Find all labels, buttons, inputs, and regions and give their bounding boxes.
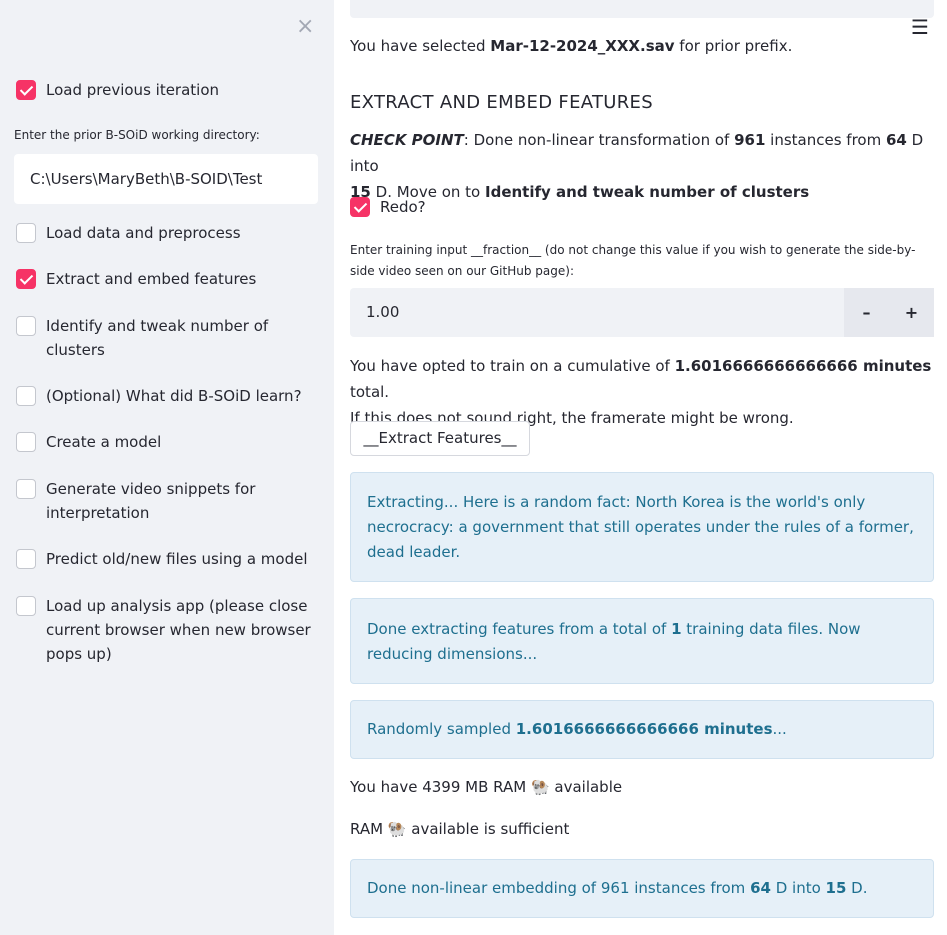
checkbox-icon[interactable] (16, 386, 36, 406)
section-heading: EXTRACT AND EMBED FEATURES (350, 92, 653, 113)
step-label: (Optional) What did B-SOiD learn? (46, 387, 302, 405)
step-label: Create a model (46, 433, 162, 451)
decrement-button[interactable]: – (844, 288, 889, 337)
alert-minutes: 1.6016666666666666 minutes (515, 720, 773, 738)
extract-features-button[interactable]: __Extract Features__ (350, 421, 530, 456)
checkbox-icon[interactable] (16, 549, 36, 569)
selected-file-name: Mar-12-2024_XXX.sav (490, 37, 675, 55)
step-checkbox-create-model[interactable]: Create a model (16, 430, 161, 454)
fraction-number-input[interactable]: 1.00 – + (350, 288, 934, 337)
ram-text-part: RAM (350, 820, 388, 838)
alert-text: Randomly sampled (367, 720, 516, 738)
alert-text: D into (770, 879, 826, 897)
checkbox-icon[interactable] (16, 316, 36, 336)
checkbox-icon[interactable] (16, 223, 36, 243)
ram-text-part: available is sufficient (406, 820, 570, 838)
ram-icon: 🐏 (387, 820, 407, 838)
previous-input-field[interactable] (350, 0, 934, 18)
load-previous-label: Load previous iteration (46, 81, 220, 99)
step-checkbox-what-learned[interactable]: (Optional) What did B-SOiD learn? (16, 384, 302, 408)
step-checkbox-load-data[interactable]: Load data and preprocess (16, 221, 241, 245)
training-duration-text: You have opted to train on a cumulative … (350, 353, 934, 431)
selected-prefix-lead: You have selected (350, 37, 491, 55)
ram-icon: 🐏 (530, 778, 550, 796)
checkbox-checked-icon[interactable] (350, 197, 370, 217)
checkbox-checked-icon[interactable] (16, 80, 36, 100)
training-text-part: total. (350, 383, 390, 401)
alert-text: Done non-linear embedding of 961 instanc… (367, 879, 751, 897)
checkpoint-next-step: Identify and tweak number of clusters (485, 183, 810, 201)
info-alert-embedding-done: Done non-linear embedding of 961 instanc… (350, 859, 934, 918)
redo-checkbox[interactable]: Redo? (350, 195, 426, 219)
alert-text: ... (772, 720, 787, 738)
checkbox-icon[interactable] (16, 596, 36, 616)
step-label: Extract and embed features (46, 270, 257, 288)
ram-text-part: available (549, 778, 623, 796)
ram-sufficient-text: RAM 🐏 available is sufficient (350, 816, 569, 842)
alert-text: Done extracting features from a total of (367, 620, 672, 638)
alert-from-dim: 64 (750, 879, 771, 897)
redo-label: Redo? (380, 198, 426, 216)
main-content: ☰ You have selected Mar-12-2024_XXX.sav … (334, 0, 947, 935)
checkbox-icon[interactable] (16, 432, 36, 452)
info-alert-sampled: Randomly sampled 1.6016666666666666 minu… (350, 700, 934, 759)
step-label: Generate video snippets for interpretati… (46, 480, 256, 522)
checkpoint-part: : Done non-linear transformation of (463, 131, 735, 149)
step-label: Load data and preprocess (46, 224, 241, 242)
checkpoint-from-dim: 64 (885, 131, 907, 149)
directory-input[interactable] (14, 154, 318, 204)
alert-text: Extracting... Here is a random fact: Nor… (367, 493, 914, 561)
increment-button[interactable]: + (889, 288, 934, 337)
step-label: Identify and tweak number of clusters (46, 317, 269, 359)
checkpoint-part: instances from (765, 131, 886, 149)
step-checkbox-identify-clusters[interactable]: Identify and tweak number of clusters (16, 314, 286, 362)
ram-available-text: You have 4399 MB RAM 🐏 available (350, 774, 622, 800)
alert-text: D. (846, 879, 868, 897)
step-checkbox-analysis-app[interactable]: Load up analysis app (please close curre… (16, 594, 316, 666)
load-previous-checkbox[interactable]: Load previous iteration (16, 78, 219, 102)
checkpoint-instances: 961 (734, 131, 766, 149)
ram-text-part: You have 4399 MB RAM (350, 778, 531, 796)
training-text-part: You have opted to train on a cumulative … (350, 357, 675, 375)
alert-file-count: 1 (671, 620, 682, 638)
step-label: Load up analysis app (please close curre… (46, 597, 311, 663)
info-alert-random-fact: Extracting... Here is a random fact: Nor… (350, 472, 934, 582)
training-minutes: 1.6016666666666666 minutes (674, 357, 932, 375)
checkbox-checked-icon[interactable] (16, 269, 36, 289)
checkbox-icon[interactable] (16, 479, 36, 499)
menu-icon[interactable]: ☰ (911, 16, 929, 38)
stepper-buttons: – + (844, 288, 934, 337)
checkpoint-text: CHECK POINT: Done non-linear transformat… (350, 127, 934, 205)
step-checkbox-predict-files[interactable]: Predict old/new files using a model (16, 547, 308, 571)
fraction-value[interactable]: 1.00 (366, 288, 399, 337)
fraction-label: Enter training input __fraction__ (do no… (350, 243, 916, 278)
sidebar: × Load previous iteration Enter the prio… (0, 0, 334, 935)
close-icon[interactable]: × (296, 16, 314, 38)
directory-label: Enter the prior B-SOiD working directory… (14, 128, 260, 142)
alert-to-dim: 15 (825, 879, 847, 897)
step-checkbox-video-snippets[interactable]: Generate video snippets for interpretati… (16, 477, 276, 525)
selected-prefix-tail: for prior prefix. (674, 37, 793, 55)
selected-prefix-text: You have selected Mar-12-2024_XXX.sav fo… (350, 33, 792, 59)
info-alert-extraction-done: Done extracting features from a total of… (350, 598, 934, 684)
step-checkbox-extract-embed[interactable]: Extract and embed features (16, 267, 256, 291)
step-label: Predict old/new files using a model (46, 550, 308, 568)
checkpoint-label: CHECK POINT (350, 131, 464, 149)
